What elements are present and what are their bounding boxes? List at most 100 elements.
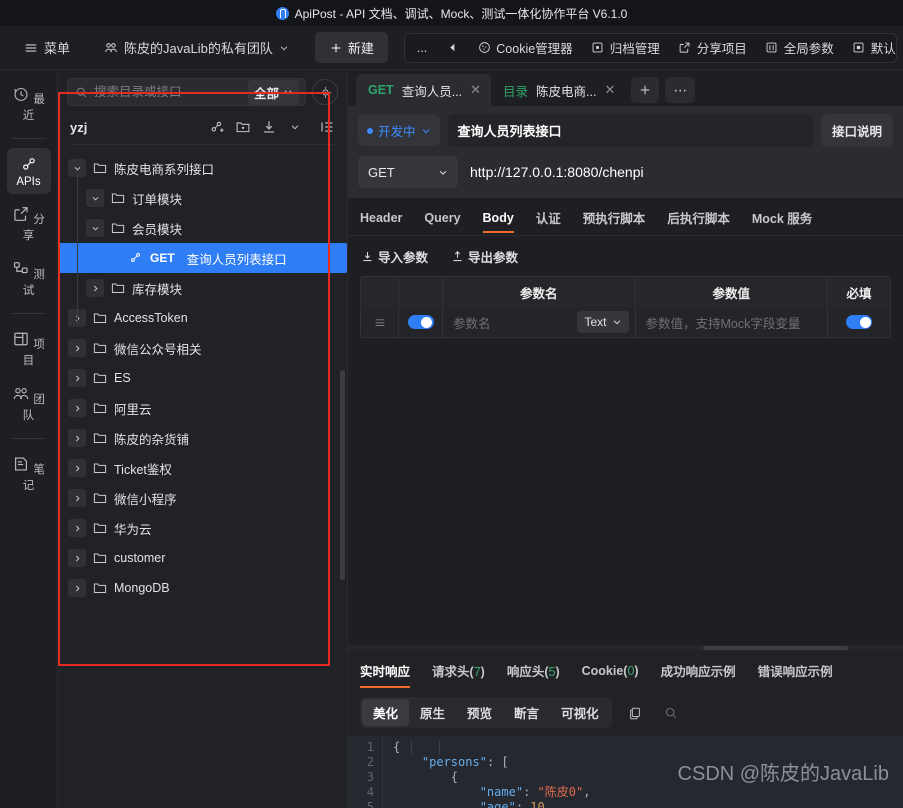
- copy-icon[interactable]: [622, 701, 648, 725]
- toolbar-item-cookie-manager[interactable]: Cookie管理器: [469, 34, 580, 61]
- response-tab[interactable]: 实时响应: [360, 661, 411, 688]
- tree-item-folder[interactable]: 阿里云: [58, 393, 347, 423]
- response-tab[interactable]: 成功响应示例: [661, 661, 736, 688]
- response-view-button[interactable]: 预览: [456, 699, 503, 726]
- tree-item-folder[interactable]: 会员模块: [58, 213, 347, 243]
- response-view-button[interactable]: 原生: [409, 699, 456, 726]
- search-box[interactable]: 全部: [67, 78, 306, 106]
- close-icon[interactable]: ✕: [604, 82, 615, 98]
- search-filter-dropdown[interactable]: 全部: [247, 79, 299, 105]
- tree-item-folder[interactable]: customer: [58, 543, 347, 573]
- horizontal-scrollbar[interactable]: [348, 645, 903, 651]
- add-folder-icon[interactable]: [235, 119, 251, 135]
- response-view-button[interactable]: 断言: [503, 699, 550, 726]
- tree-caret-icon[interactable]: [68, 339, 86, 357]
- toolbar-more-button[interactable]: ...: [409, 37, 435, 59]
- tree-caret-icon[interactable]: [68, 459, 86, 477]
- tree-item-folder[interactable]: 库存模块: [58, 273, 347, 303]
- response-view-button[interactable]: 可视化: [550, 699, 610, 726]
- export-params-button[interactable]: 导出参数: [450, 247, 518, 266]
- new-tab-button[interactable]: [631, 77, 660, 103]
- tree-caret-icon[interactable]: [86, 279, 104, 297]
- toolbar-item-archive-manager[interactable]: 归档管理: [583, 34, 668, 61]
- method-dropdown[interactable]: GET: [358, 156, 458, 188]
- param-value-input[interactable]: 参数值，支持Mock字段变量: [646, 313, 801, 332]
- enabled-toggle[interactable]: [407, 315, 434, 329]
- tree-item-folder[interactable]: 微信小程序: [58, 483, 347, 513]
- tree-item-folder[interactable]: 华为云: [58, 513, 347, 543]
- request-subtab[interactable]: Body: [482, 211, 515, 233]
- param-type-dropdown[interactable]: Text: [577, 311, 629, 333]
- tree-item-folder[interactable]: 订单模块: [58, 183, 347, 213]
- request-subtab[interactable]: Mock 服务: [752, 208, 812, 235]
- tree-item-folder[interactable]: AccessToken: [58, 303, 347, 333]
- url-input[interactable]: http://127.0.0.1:8080/chenpi: [458, 156, 893, 188]
- menu-button[interactable]: 菜单: [14, 33, 80, 62]
- tree-item-api[interactable]: GET 查询人员列表接口: [58, 243, 347, 273]
- request-subtab[interactable]: Query: [424, 211, 460, 233]
- new-button[interactable]: 新建: [314, 32, 388, 63]
- sidebar-item-notes[interactable]: 笔记: [7, 448, 51, 499]
- tab-more-button[interactable]: ⋯: [665, 77, 696, 103]
- status-dropdown[interactable]: 开发中: [358, 115, 440, 146]
- sidebar-item-recent[interactable]: 最近: [7, 78, 51, 129]
- tree-item-folder[interactable]: 陈皮的杂货铺: [58, 423, 347, 453]
- tree-item-folder[interactable]: MongoDB: [58, 573, 347, 603]
- sidebar-item-apis[interactable]: APIs: [6, 148, 51, 194]
- sidebar-item-share[interactable]: 分享: [7, 198, 51, 249]
- toolbar-item-global-params[interactable]: 全局参数: [757, 34, 842, 61]
- search-input[interactable]: [94, 85, 242, 99]
- chevron-down-icon[interactable]: [287, 119, 303, 135]
- response-tab[interactable]: 响应头(5): [507, 661, 560, 688]
- tab-request-query-persons[interactable]: GET 查询人员... ✕: [356, 74, 492, 106]
- tree-caret-icon[interactable]: [68, 519, 86, 537]
- tree-caret-icon[interactable]: [68, 369, 86, 387]
- toolbar-back-button[interactable]: [437, 37, 467, 59]
- tree-scrollbar[interactable]: [340, 370, 345, 580]
- response-code-viewer[interactable]: 12345 { "persons": [ { "name": "陈皮0", "a…: [348, 736, 903, 808]
- import-icon[interactable]: [261, 119, 277, 135]
- response-tab[interactable]: 请求头(7): [432, 661, 485, 688]
- tree-caret-icon[interactable]: [68, 549, 86, 567]
- import-params-button[interactable]: 导入参数: [360, 247, 428, 266]
- api-description-button[interactable]: 接口说明: [820, 114, 893, 147]
- add-api-icon[interactable]: [209, 119, 225, 135]
- tree-item-folder[interactable]: 陈皮电商系列接口: [58, 153, 347, 183]
- tree-caret-icon[interactable]: [68, 399, 86, 417]
- drag-handle-icon[interactable]: [361, 307, 399, 337]
- project-name: yzj: [70, 119, 88, 135]
- line-number: 1: [366, 740, 374, 754]
- tree-caret-icon[interactable]: [68, 489, 86, 507]
- locate-button[interactable]: [312, 79, 338, 105]
- tree-item-folder[interactable]: ES: [58, 363, 347, 393]
- tree-item-folder[interactable]: Ticket鉴权: [58, 453, 347, 483]
- request-subtab[interactable]: 认证: [536, 208, 561, 235]
- sidebar-item-project[interactable]: 项目: [7, 323, 51, 374]
- required-toggle[interactable]: [846, 315, 872, 329]
- tree-caret-icon[interactable]: [86, 219, 104, 237]
- search-icon[interactable]: [658, 701, 684, 725]
- request-subtab[interactable]: Header: [360, 211, 402, 233]
- tree-item-label: ES: [114, 371, 131, 385]
- request-subtab[interactable]: 预执行脚本: [583, 208, 646, 235]
- tab-directory-chenpi[interactable]: 目录 陈皮电商... ✕: [491, 74, 625, 106]
- tree-caret-icon[interactable]: [86, 189, 104, 207]
- tree-caret-icon[interactable]: [68, 579, 86, 597]
- collapse-all-icon[interactable]: [319, 119, 335, 135]
- param-name-input[interactable]: 参数名: [453, 313, 491, 332]
- tree-caret-icon[interactable]: [68, 429, 86, 447]
- request-body-spacer: [348, 338, 903, 645]
- tree-item-folder[interactable]: 微信公众号相关: [58, 333, 347, 363]
- tree-item-label: 查询人员列表接口: [186, 252, 287, 267]
- response-tab[interactable]: Cookie(0): [582, 664, 639, 686]
- sidebar-item-test[interactable]: 测试: [7, 253, 51, 304]
- team-selector[interactable]: 陈皮的JavaLib的私有团队: [94, 33, 299, 62]
- toolbar-item-environment[interactable]: 默认环境: [844, 34, 896, 61]
- response-view-button[interactable]: 美化: [362, 699, 410, 726]
- close-icon[interactable]: ✕: [470, 82, 481, 98]
- response-tab[interactable]: 错误响应示例: [758, 661, 833, 688]
- request-subtab[interactable]: 后执行脚本: [667, 208, 730, 235]
- request-name-input[interactable]: 查询人员列表接口: [447, 114, 813, 147]
- sidebar-item-team[interactable]: 团队: [7, 378, 51, 429]
- toolbar-item-share-project[interactable]: 分享项目: [670, 34, 755, 61]
